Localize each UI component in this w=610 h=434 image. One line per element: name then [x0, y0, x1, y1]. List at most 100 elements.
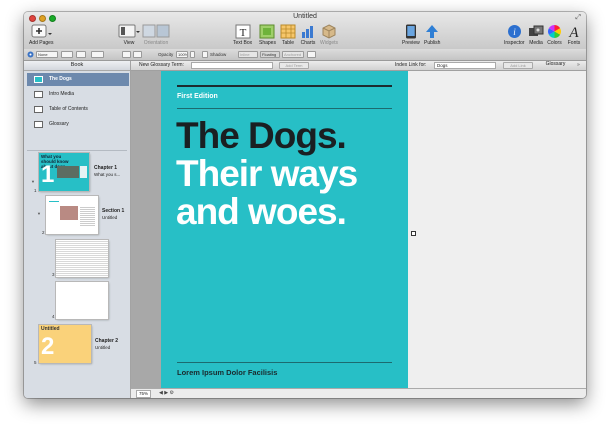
cover-title-line-2[interactable]: Their ways	[176, 155, 358, 193]
page-number: 4	[52, 314, 55, 319]
thumb-photo	[60, 206, 78, 220]
cover-edition[interactable]: First Edition	[177, 93, 218, 100]
thumb-big-number: 1	[41, 161, 55, 188]
opacity-label: Opacity	[158, 52, 174, 57]
shapes-button[interactable]: Shapes	[259, 24, 276, 46]
sidebar-item-label: The Dogs	[49, 76, 72, 82]
publish-button[interactable]: Publish	[424, 24, 440, 46]
sidebar-item-label: Intro Media	[49, 91, 75, 97]
collapse-glossary-icon[interactable]: »	[577, 62, 580, 69]
text-box-button[interactable]: T Text Box	[233, 24, 252, 46]
title-bar: Untitled ⤢	[24, 12, 586, 24]
sidebar-item-the-dogs[interactable]: The Dogs	[27, 73, 129, 86]
page-navigation-controls[interactable]: ◀ ▶ ⚙	[159, 390, 174, 397]
thumb-title: Untitled	[41, 326, 60, 332]
cover-icon	[34, 76, 43, 83]
stroke-color-well[interactable]	[91, 51, 104, 58]
sidebar-item-label: Glossary	[49, 121, 69, 127]
widgets-button[interactable]: Widgets	[320, 24, 338, 46]
sidebar-item-table-of-contents[interactable]: Table of Contents	[27, 103, 129, 116]
shadow-checkbox[interactable]	[202, 51, 208, 58]
new-glossary-term-field[interactable]	[191, 62, 273, 69]
preview-button[interactable]: Preview	[402, 24, 420, 46]
disclosure-triangle[interactable]: ▼	[31, 179, 35, 184]
widgets-label: Widgets	[320, 40, 339, 46]
media-icon	[529, 25, 544, 36]
page-number: 3	[52, 272, 55, 277]
inline-button[interactable]: Inline	[238, 51, 258, 58]
thumb-text-block	[80, 166, 87, 178]
preview-label: Preview	[402, 40, 420, 46]
glossary-button[interactable]: Glossary	[538, 62, 573, 69]
page-thumbnail-chapter-1[interactable]: What you should know about dogs. 1	[39, 153, 89, 191]
sidebar-item-glossary[interactable]: Glossary	[27, 118, 129, 131]
style-gear-icon[interactable]	[27, 51, 34, 58]
shapes-icon	[259, 24, 275, 39]
anchored-button[interactable]: Anchored	[282, 51, 304, 58]
fonts-label: Fonts	[567, 40, 581, 46]
window-title: Untitled	[293, 13, 317, 20]
publish-label: Publish	[424, 40, 441, 46]
fill-color-well[interactable]	[61, 51, 73, 58]
page-thumbnail-section-1[interactable]	[46, 196, 98, 234]
widgets-icon	[322, 24, 336, 39]
shadow-label: Shadow	[210, 52, 227, 57]
inspector-button[interactable]: i Inspector	[504, 24, 525, 46]
page-thumbnail-3[interactable]	[56, 240, 108, 277]
add-pages-button[interactable]: Add Pages	[29, 24, 53, 46]
cover-author[interactable]: Lorem Ipsum Dolor Facilisis	[177, 368, 277, 377]
sidebar-divider	[27, 150, 127, 151]
color-wheel-icon	[548, 25, 561, 38]
disclosure-triangle[interactable]: ▼	[37, 211, 41, 216]
thumb-big-number: 2	[41, 333, 55, 360]
sidebar-item-label: Table of Contents	[49, 106, 88, 112]
info-icon: i	[507, 25, 521, 38]
glossary-icon	[34, 121, 43, 128]
sidebar-item-intro-media[interactable]: Intro Media	[27, 88, 129, 101]
fullscreen-icon[interactable]: ⤢	[575, 14, 581, 22]
book-sidebar: Book The Dogs Intro Media Table of Conte…	[24, 61, 131, 398]
table-button[interactable]: Table	[280, 24, 296, 46]
thumb-photo	[57, 166, 79, 178]
facing-page-blank	[408, 71, 586, 397]
thumb-rule	[49, 201, 59, 202]
media-button[interactable]: Media	[528, 24, 544, 46]
table-icon	[280, 24, 296, 39]
add-term-button[interactable]: Add Term	[279, 62, 309, 69]
text-box-icon: T	[235, 24, 251, 39]
wrap-button[interactable]	[122, 51, 131, 58]
svg-text:A: A	[568, 25, 579, 39]
zoom-select[interactable]: 75%	[136, 390, 152, 398]
fonts-button[interactable]: A Fonts	[567, 24, 581, 46]
page-thumbnail-4[interactable]	[56, 282, 108, 319]
add-pages-label: Add Pages	[29, 40, 54, 46]
stroke-select[interactable]	[76, 51, 86, 58]
opacity-stepper[interactable]	[190, 51, 195, 58]
mask-button[interactable]	[307, 51, 316, 58]
floating-button[interactable]: Floating	[260, 51, 280, 58]
charts-button[interactable]: Charts	[300, 24, 316, 46]
page-subtitle: Untitled	[102, 214, 118, 220]
publish-arrow-icon	[426, 25, 439, 38]
orientation-button[interactable]: Orientation	[142, 24, 170, 46]
index-link-label: Index Link for:	[395, 62, 427, 68]
toc-icon	[34, 106, 43, 113]
view-button[interactable]: View	[118, 24, 140, 46]
page-thumbnail-chapter-2[interactable]: Untitled 2	[39, 325, 91, 363]
cover-title-line-1[interactable]: The Dogs.	[176, 117, 347, 155]
style-select[interactable]: None	[36, 51, 58, 58]
table-label: Table	[282, 40, 294, 46]
colors-button[interactable]: Colors	[547, 24, 562, 46]
shapes-label: Shapes	[259, 40, 276, 46]
opacity-field[interactable]: 100%	[176, 51, 188, 58]
orientation-label: Orientation	[143, 40, 169, 46]
arrange-button[interactable]	[133, 51, 142, 58]
cover-bottom-rule	[177, 362, 392, 363]
cover-title-line-3[interactable]: and woes.	[176, 193, 347, 231]
resize-handle[interactable]	[411, 231, 416, 236]
index-link-select[interactable]: Dogs	[434, 62, 496, 69]
plus-icon	[31, 24, 53, 38]
add-link-button[interactable]: Add Link	[503, 62, 533, 69]
book-cover-page[interactable]: First Edition The Dogs. Their ways and w…	[161, 71, 408, 397]
page-number: 5	[34, 360, 37, 365]
